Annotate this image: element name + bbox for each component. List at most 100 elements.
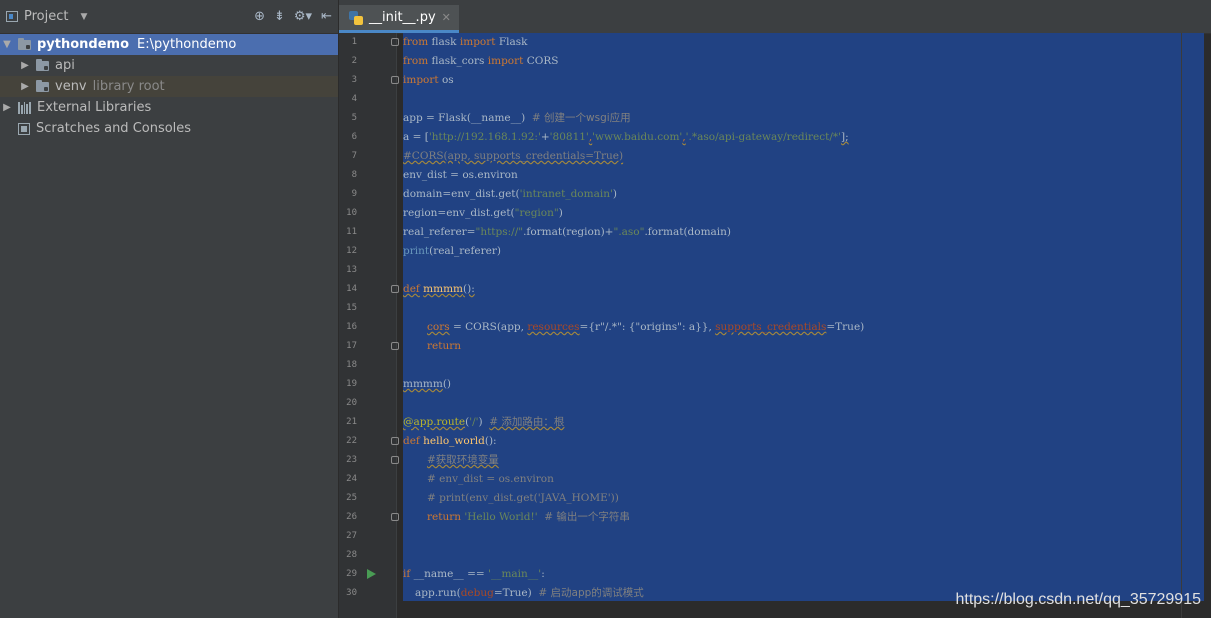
project-tree: ▼ pythondemo E:\pythondemo ▶ api ▶ venv … [0, 34, 338, 139]
code-token: return [427, 511, 461, 523]
chevron-down-icon[interactable]: ▼ [0, 39, 14, 50]
code-token: domain=env_dist.get( [403, 188, 520, 200]
chevron-right-icon[interactable]: ▶ [18, 81, 32, 92]
run-icon[interactable] [367, 569, 376, 579]
code-line: 9 domain=env_dist.get('intranet_domain') [339, 185, 1211, 204]
line-number: 1 [351, 37, 357, 47]
line-number: 30 [346, 588, 357, 598]
code-token: app.run( [415, 587, 461, 599]
code-line: 23 #获取环境变量 [339, 451, 1211, 470]
code-token: a = [ [403, 131, 429, 143]
fold-icon[interactable] [391, 513, 399, 521]
project-view-selector[interactable]: Project ▼ [6, 9, 87, 24]
tree-item-label: venv [55, 79, 87, 94]
locate-icon[interactable]: ⊕ [254, 9, 265, 24]
tree-item-label: External Libraries [37, 100, 152, 115]
fold-icon[interactable] [391, 342, 399, 350]
collapse-icon[interactable]: ⇟ [274, 9, 285, 24]
code-token: from [403, 36, 429, 48]
line-number: 17 [346, 341, 357, 351]
fold-icon[interactable] [391, 437, 399, 445]
fold-icon[interactable] [391, 76, 399, 84]
folder-icon [36, 79, 49, 92]
line-number: 23 [346, 455, 357, 465]
project-icon [6, 11, 18, 22]
code-comment: #获取环境变量 [427, 454, 499, 466]
line-number: 16 [346, 322, 357, 332]
line-number: 20 [346, 398, 357, 408]
code-line: 7 #CORS(app, supports_credentials=True) [339, 147, 1211, 166]
code-token: (): [463, 283, 475, 295]
fold-icon[interactable] [391, 38, 399, 46]
code-line: 29 if __name__ == '__main__': [339, 565, 1211, 584]
chevron-right-icon[interactable]: ▶ [18, 60, 32, 71]
code-token: CORS [523, 55, 559, 67]
code-string: ".aso" [613, 226, 645, 238]
chevron-down-icon: ▼ [80, 11, 88, 22]
code-token: import [487, 55, 524, 67]
line-number: 8 [351, 170, 357, 180]
hide-icon[interactable]: ⇤ [321, 9, 332, 24]
code-lines: 1 from flask import Flask 2 from flask_cor… [339, 33, 1211, 618]
line-number: 21 [346, 417, 357, 427]
code-token: =True) [826, 321, 865, 333]
line-number: 27 [346, 531, 357, 541]
code-function: mmmm [423, 283, 463, 295]
fold-icon[interactable] [391, 456, 399, 464]
line-number: 9 [351, 189, 357, 199]
code-token: __name__ == [410, 568, 489, 580]
line-number: 22 [346, 436, 357, 446]
project-panel: Project ▼ ⊕ ⇟ ⚙▾ ⇤ ▼ pythondemo E:\pytho… [0, 0, 339, 618]
code-line: 26 return 'Hello World!' # 输出一个字符串 [339, 508, 1211, 527]
tree-item-label: Scratches and Consoles [36, 121, 192, 136]
line-number: 19 [346, 379, 357, 389]
project-toolbar: Project ▼ ⊕ ⇟ ⚙▾ ⇤ [0, 0, 338, 34]
line-number: 18 [346, 360, 357, 370]
code-line: 17 return [339, 337, 1211, 356]
line-number: 12 [346, 246, 357, 256]
close-icon[interactable]: ✕ [442, 11, 451, 24]
code-token: (real_referer) [429, 245, 501, 257]
gear-icon[interactable]: ⚙▾ [294, 9, 312, 24]
tree-item-note: library root [92, 79, 165, 94]
folder-icon [18, 37, 31, 50]
line-number: 26 [346, 512, 357, 522]
tree-item-external-libraries[interactable]: ▶ External Libraries [0, 97, 338, 118]
tree-item-label: api [55, 58, 75, 73]
line-number: 2 [351, 56, 357, 66]
code-line: 13 [339, 261, 1211, 280]
code-line: 6a = ['http://192.168.1.92:'+'80811','ww… [339, 128, 1211, 147]
code-token: ) [478, 416, 490, 428]
code-line: 28 [339, 546, 1211, 565]
tab-label: __init__.py [369, 10, 436, 25]
code-token: import [459, 36, 496, 48]
line-number: 15 [346, 303, 357, 313]
tab-init-py[interactable]: __init__.py ✕ [339, 5, 459, 33]
code-token: + [540, 131, 550, 143]
chevron-right-icon[interactable]: ▶ [0, 102, 14, 113]
line-number: 11 [346, 227, 357, 237]
code-comment: # 输出一个字符串 [544, 511, 630, 523]
code-comment: #CORS(app, supports_credentials=True) [403, 150, 624, 162]
code-token: return [427, 340, 461, 352]
tree-item-label: pythondemo [37, 37, 130, 52]
tree-item-api[interactable]: ▶ api [0, 55, 338, 76]
line-number: 5 [351, 113, 357, 123]
code-line: 18 [339, 356, 1211, 375]
code-line: 12 print(real_referer) [339, 242, 1211, 261]
code-token: ) [612, 188, 617, 200]
tree-item-pythondemo[interactable]: ▼ pythondemo E:\pythondemo [0, 34, 338, 55]
code-line: 1 from flask import Flask [339, 33, 1211, 52]
code-token: () [442, 378, 452, 390]
code-token: ) [558, 207, 563, 219]
tree-item-scratches[interactable]: Scratches and Consoles [0, 118, 338, 139]
code-line: 21 @app.route('/') # 添加路由：根 [339, 413, 1211, 432]
code-param: supports_credentials [715, 321, 827, 333]
code-string: '80811' [549, 131, 589, 143]
code-string: 'Hello World!' [464, 511, 538, 523]
fold-icon[interactable] [391, 285, 399, 293]
python-file-icon [349, 10, 363, 25]
tree-item-venv[interactable]: ▶ venv library root [0, 76, 338, 97]
line-number: 24 [346, 474, 357, 484]
line-number: 7 [351, 151, 357, 161]
